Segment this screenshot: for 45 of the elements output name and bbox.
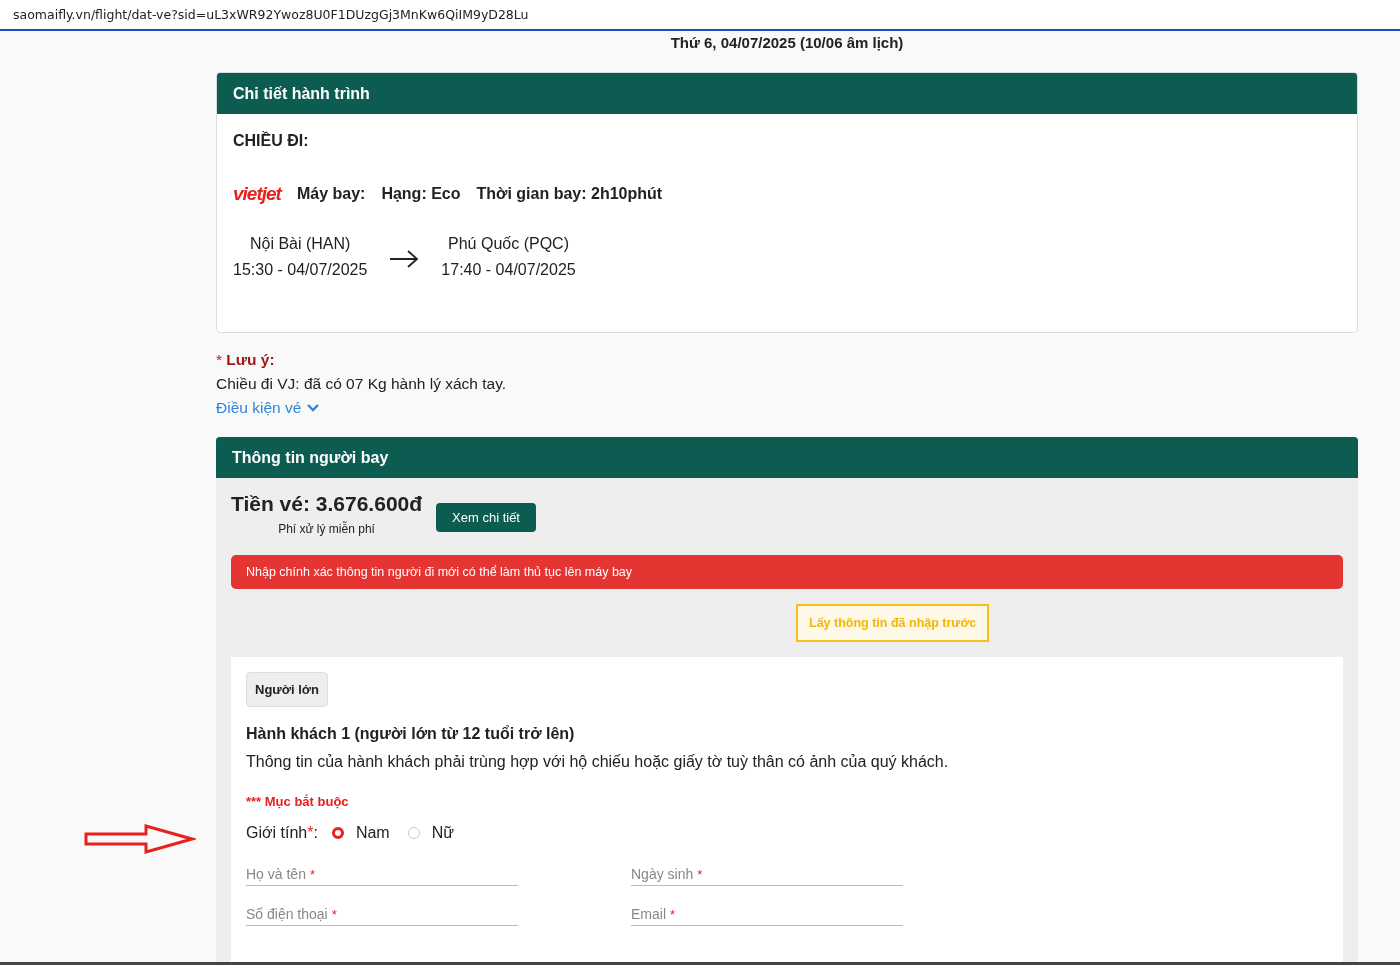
input-field[interactable]: Ngày sinh * xyxy=(631,860,903,886)
ticket-conditions-link[interactable]: Điều kiện vé xyxy=(216,399,321,417)
input-field[interactable]: Email * xyxy=(631,900,903,926)
chevron-icon xyxy=(306,403,321,413)
alert-banner: Nhập chính xác thông tin người đi mới có thể làm thủ tục lên máy bay xyxy=(231,555,1343,589)
fee-note: Phí xử lý miễn phí xyxy=(278,522,375,536)
input-field[interactable]: Họ và tên * xyxy=(246,860,518,886)
note-title: *Lưu ý: xyxy=(216,351,275,369)
ticket-price: Tiền vé: 3.676.600đ xyxy=(231,492,423,516)
radio-label[interactable]: Nam xyxy=(355,824,390,842)
required-note: *** Mục bắt buộc xyxy=(246,794,350,809)
passenger-title: Hành khách 1 (người lớn từ 12 tuổi trở lên) xyxy=(246,725,576,743)
direction-label: CHIỀU ĐI: xyxy=(233,132,310,150)
airport-name: Phú Quốc (PQC) xyxy=(448,235,569,253)
radio-button[interactable] xyxy=(331,827,344,839)
gender-colon: : xyxy=(313,824,318,842)
class-label: Hạng: Eco xyxy=(381,185,461,203)
arrow-icon xyxy=(389,249,420,269)
note-text: Chiều đi VJ: đã có 07 Kg hành lý xách tay. xyxy=(216,375,507,393)
required-mark: * xyxy=(307,824,314,842)
card-header: Thông tin người bay xyxy=(216,437,1358,478)
input-field[interactable]: Số điện thoại * xyxy=(246,900,518,926)
card-header: Chi tiết hành trình xyxy=(217,73,1357,114)
aircraft-label: Máy bay: xyxy=(296,185,366,203)
date-title: Thứ 6, 04/07/2025 (10/06 âm lịch) xyxy=(669,33,905,53)
required-mark: * xyxy=(670,907,676,922)
field-placeholder: Số điện thoại xyxy=(246,906,328,922)
field-placeholder: Ngày sinh xyxy=(631,866,694,882)
departure-time: 15:30 - 04/07/2025 xyxy=(233,261,368,279)
field-placeholder: Email xyxy=(631,906,666,922)
required-mark: * xyxy=(697,867,703,882)
field-placeholder: Họ và tên xyxy=(246,866,306,882)
arrow-icon xyxy=(84,824,196,856)
arrival-time: 17:40 - 04/07/2025 xyxy=(441,261,576,279)
passenger-hint: Thông tin của hành khách phải trùng hợp với hộ chiếu hoặc giấy tờ tuỳ thân có ảnh của quý khách. xyxy=(246,753,950,771)
radio-label[interactable]: Nữ xyxy=(431,824,454,842)
duration-label: Thời gian bay: 2h10phút xyxy=(476,185,663,203)
airport-name: Nội Bài (HAN) xyxy=(249,235,351,253)
required-mark: * xyxy=(331,907,337,922)
gender-label: Giới tính xyxy=(246,824,308,842)
required-mark: * xyxy=(309,867,315,882)
passenger-type-tab[interactable]: Người lớn xyxy=(246,672,328,707)
airline-logo: vietjet xyxy=(233,183,281,205)
view-details-button[interactable]: Xem chi tiết xyxy=(436,503,536,532)
url-text[interactable]: saomaifly.vn/flight/dat-ve?sid=uL3xWR92Ywoz8U0F1DUzgGj3MnKw6QiIM9yD28Lu xyxy=(13,7,529,22)
